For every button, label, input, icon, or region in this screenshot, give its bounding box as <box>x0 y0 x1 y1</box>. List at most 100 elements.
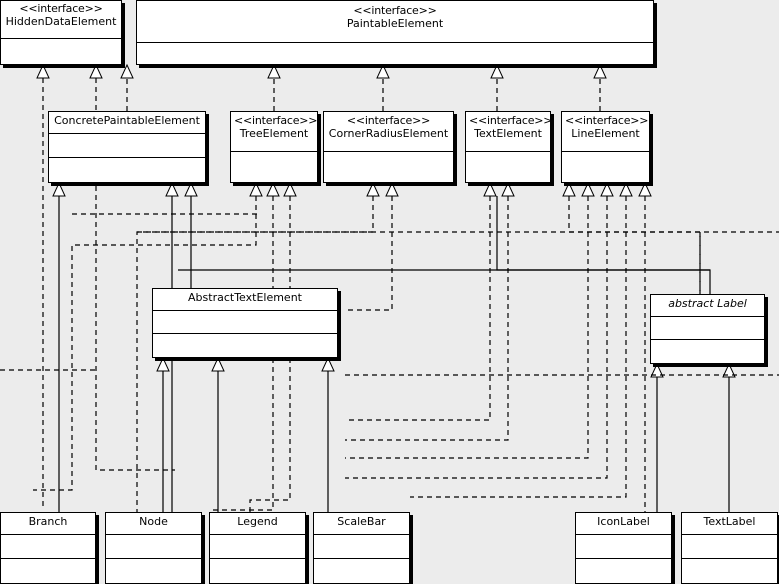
class-name-label: CornerRadiusElement <box>328 126 449 140</box>
arrowhead <box>722 362 736 378</box>
class-name-label: PaintableElement <box>346 16 444 30</box>
class-title-node: Node <box>106 513 201 535</box>
class-name-label: TreeElement <box>239 126 309 140</box>
class-title-textlabel: TextLabel <box>682 513 777 535</box>
operations-compartment <box>210 559 305 583</box>
operations-compartment <box>49 158 205 182</box>
attributes-compartment <box>106 535 201 559</box>
arrowhead <box>211 356 225 372</box>
class-box-treeelement[interactable]: <<interface>> TreeElement <box>230 111 318 183</box>
arrowhead <box>501 181 515 197</box>
arrowhead <box>89 63 103 79</box>
edge-line-real-1 <box>568 196 701 300</box>
arrowhead <box>619 181 633 197</box>
class-name-label: AbstractTextElement <box>188 291 302 304</box>
class-name-label: TextLabel <box>703 515 756 528</box>
attributes-compartment <box>137 43 653 65</box>
arrowhead <box>52 181 66 197</box>
class-name-label: Legend <box>237 515 278 528</box>
class-title-cornerradiuselement: <<interface>> CornerRadiusElement <box>324 112 453 152</box>
class-name-label: IconLabel <box>597 515 650 528</box>
arrowhead <box>376 63 390 79</box>
arrowhead <box>266 181 280 197</box>
class-title-hiddendataelement: <<interface>> HiddenDataElement <box>1 1 121 39</box>
arrowhead <box>267 63 281 79</box>
class-box-node[interactable]: Node <box>105 512 202 584</box>
class-box-textlabel[interactable]: TextLabel <box>681 512 778 584</box>
attributes-compartment <box>466 152 550 182</box>
edge-node-to-hiddendata-seg2 <box>95 420 175 471</box>
class-name-label: ScaleBar <box>337 515 386 528</box>
operations-compartment <box>1 559 95 583</box>
class-title-textelement: <<interface>> TextElement <box>466 112 550 152</box>
operations-compartment <box>651 340 764 363</box>
class-title-iconlabel: IconLabel <box>576 513 671 535</box>
class-box-branch[interactable]: Branch <box>0 512 96 584</box>
arrowhead <box>483 181 497 197</box>
attributes-compartment <box>314 535 409 559</box>
class-box-textelement[interactable]: <<interface>> TextElement <box>465 111 551 183</box>
arrowhead <box>366 181 380 197</box>
edge-line-real-3 <box>345 196 608 479</box>
attributes-compartment <box>562 152 649 182</box>
attributes-compartment <box>682 535 777 559</box>
class-box-iconlabel[interactable]: IconLabel <box>575 512 672 584</box>
edge-label-to-textelement <box>496 196 711 294</box>
class-name-label: TextElement <box>474 126 542 140</box>
uml-class-diagram: <<interface>> HiddenDataElement <<interf… <box>0 0 779 584</box>
class-box-cornerradiuselement[interactable]: <<interface>> CornerRadiusElement <box>323 111 454 183</box>
class-title-label: abstract Label <box>651 295 764 317</box>
arrowhead <box>600 181 614 197</box>
class-box-lineelement[interactable]: <<interface>> LineElement <box>561 111 650 183</box>
class-title-concretepaintableelement: ConcretePaintableElement <box>49 112 205 134</box>
class-box-legend[interactable]: Legend <box>209 512 306 584</box>
class-title-lineelement: <<interface>> LineElement <box>562 112 649 152</box>
class-box-concretepaintableelement[interactable]: ConcretePaintableElement <box>48 111 206 183</box>
arrowhead <box>156 356 170 372</box>
class-name-label: Branch <box>28 515 68 528</box>
class-box-label[interactable]: abstract Label <box>650 294 765 364</box>
arrowhead <box>184 181 198 197</box>
attributes-compartment <box>324 152 453 182</box>
arrowhead <box>593 63 607 79</box>
class-box-abstracttextelement[interactable]: AbstractTextElement <box>152 288 338 358</box>
edge-line-real-4 <box>410 196 627 498</box>
relationship-edge-layer <box>0 63 779 512</box>
class-name-label: ConcretePaintableElement <box>54 114 200 127</box>
attributes-compartment <box>651 317 764 340</box>
class-name-label: HiddenDataElement <box>5 14 117 28</box>
attributes-compartment <box>153 311 337 334</box>
arrowhead <box>581 181 595 197</box>
class-name-label: LineElement <box>571 126 640 140</box>
edge-text-real-2 <box>345 196 509 441</box>
class-name-label: Node <box>139 515 168 528</box>
attributes-compartment <box>1 39 121 65</box>
attributes-compartment <box>231 152 317 182</box>
class-box-paintableelement[interactable]: <<interface>> PaintableElement <box>136 0 654 65</box>
arrowhead <box>283 181 297 197</box>
class-name-label: abstract Label <box>668 297 747 310</box>
arrowhead <box>165 181 179 197</box>
class-box-hiddendataelement[interactable]: <<interface>> HiddenDataElement <box>0 0 122 65</box>
class-box-scalebar[interactable]: ScaleBar <box>313 512 410 584</box>
attributes-compartment <box>1 535 95 559</box>
arrowhead <box>36 63 50 79</box>
arrowhead <box>650 362 664 378</box>
class-title-treeelement: <<interface>> TreeElement <box>231 112 317 152</box>
attributes-compartment <box>576 535 671 559</box>
class-title-paintableelement: <<interface>> PaintableElement <box>137 1 653 43</box>
edge-text-real-1b <box>345 232 491 421</box>
class-title-branch: Branch <box>1 513 95 535</box>
arrowhead <box>638 181 652 197</box>
arrowhead <box>321 356 335 372</box>
operations-compartment <box>314 559 409 583</box>
operations-compartment <box>153 334 337 357</box>
operations-compartment <box>576 559 671 583</box>
operations-compartment <box>682 559 777 583</box>
class-title-legend: Legend <box>210 513 305 535</box>
class-title-scalebar: ScaleBar <box>314 513 409 535</box>
arrowhead <box>249 181 263 197</box>
arrowhead <box>385 181 399 197</box>
attributes-compartment <box>210 535 305 559</box>
class-title-abstracttextelement: AbstractTextElement <box>153 289 337 311</box>
